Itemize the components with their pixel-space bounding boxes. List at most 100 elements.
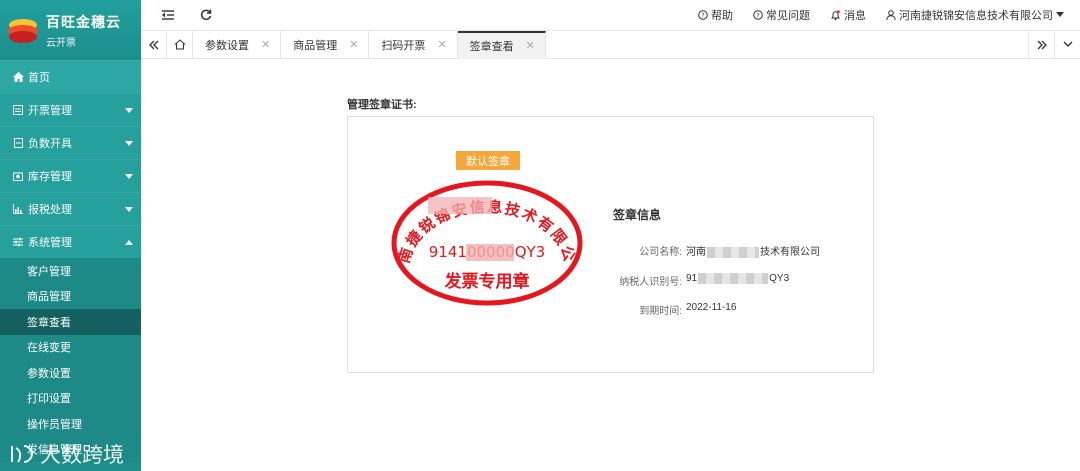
sidebar-item-label: 报税处理: [28, 204, 72, 216]
info-row-expire: 到期时间: 2022-11-16: [588, 302, 736, 317]
svg-text:?: ?: [701, 11, 704, 19]
tab-label: 商品管理: [293, 39, 338, 52]
watermark-text: 大数跨境: [40, 444, 124, 467]
sidebar-item-system[interactable]: 系统管理: [0, 225, 141, 258]
system-submenu: 客户管理 商品管理 签章查看 在线变更 参数设置 打印设置 操作员管理 发信息管…: [0, 258, 141, 462]
sidebar-subitem-products[interactable]: 商品管理: [0, 284, 141, 310]
invoice-seal-image: 河南捷锐锦安信息技术有限公司 914100000QY3 发票专用章: [388, 179, 583, 306]
svg-text:?: ?: [756, 11, 759, 19]
help-label: 帮助: [711, 10, 733, 22]
brand-subtitle: 云开票: [46, 37, 76, 49]
close-icon[interactable]: ✕: [437, 38, 446, 51]
info-row-company: 公司名称: 河南 技术有限公司: [588, 243, 820, 258]
tab-scan-invoice[interactable]: 扫码开票 ✕: [369, 30, 458, 59]
tab-label: 签章查看: [469, 40, 514, 53]
company-name: 河南捷锐锦安信息技术有限公司: [899, 10, 1053, 22]
sidebar: 百旺金穗云 云开票 首页 开票管理 负数开具 库存管理 报税处理 系统管理 客户…: [0, 0, 141, 471]
messages-link[interactable]: 消息: [830, 7, 866, 23]
tab-params[interactable]: 参数设置 ✕: [193, 30, 282, 59]
caret-down-icon: [1056, 12, 1064, 17]
main-content: 管理签章证书: 默认签章 河南捷锐锦安信息技术有限公司 914100000QY3…: [141, 60, 1080, 471]
invoice-icon: [12, 105, 24, 115]
menu-fold-icon: [162, 10, 174, 20]
seal-certificate-card: 默认签章 河南捷锐锦安信息技术有限公司 914100000QY3 发票专用章 签…: [347, 116, 874, 373]
sidebar-menu: 首页 开票管理 负数开具 库存管理 报税处理 系统管理: [0, 60, 141, 258]
sidebar-item-home[interactable]: 首页: [0, 60, 141, 93]
refresh-icon: [200, 9, 212, 21]
close-icon[interactable]: ✕: [526, 39, 535, 52]
brand-title: 百旺金穗云: [46, 13, 121, 30]
top-bar-actions: ? 帮助 ? 常见问题 消息 河南捷锐锦安信息技术有限公司: [698, 7, 1080, 23]
info-row-taxid: 纳税人识别号: 91 QY3: [588, 273, 789, 288]
inventory-icon: [12, 171, 24, 181]
faq-link[interactable]: ? 常见问题: [753, 7, 810, 23]
chevron-down-icon: [125, 108, 133, 113]
expire-key: 到期时间:: [639, 306, 682, 317]
refresh-button[interactable]: [195, 4, 217, 26]
chevron-down-icon: [125, 207, 133, 212]
top-bar: ? 帮助 ? 常见问题 消息 河南捷锐锦安信息技术有限公司: [141, 0, 1080, 31]
help-icon: ?: [698, 10, 708, 20]
chevron-down-icon: [125, 141, 133, 146]
tab-products[interactable]: 商品管理 ✕: [281, 30, 370, 59]
redaction-mask: [707, 246, 759, 258]
sidebar-subitem-online-change[interactable]: 在线变更: [0, 335, 141, 361]
brand-logo-icon: [8, 19, 38, 43]
tab-bar: 参数设置 ✕ 商品管理 ✕ 扫码开票 ✕ 签章查看 ✕: [141, 30, 1080, 59]
expire-value: 2022-11-16: [686, 302, 737, 313]
double-chevron-left-icon: [148, 40, 158, 49]
help-link[interactable]: ? 帮助: [698, 7, 733, 23]
tab-seal-view[interactable]: 签章查看 ✕: [457, 30, 546, 59]
tab-home[interactable]: [167, 30, 193, 59]
sidebar-subitem-print[interactable]: 打印设置: [0, 386, 141, 412]
taxid-value-suffix: QY3: [769, 273, 790, 285]
sidebar-item-label: 负数开具: [28, 138, 72, 150]
account-menu[interactable]: 河南捷锐锦安信息技术有限公司: [886, 7, 1064, 23]
chart-icon: [12, 204, 24, 214]
watermark-logo-icon: [11, 445, 34, 463]
tab-label: 扫码开票: [381, 39, 426, 52]
company-key: 公司名称:: [639, 247, 682, 258]
sidebar-item-negative[interactable]: 负数开具: [0, 126, 141, 159]
section-title: 管理签章证书:: [347, 99, 417, 111]
logo[interactable]: 百旺金穗云 云开票: [0, 0, 141, 60]
sidebar-item-tax[interactable]: 报税处理: [0, 192, 141, 225]
company-value-suffix: 技术有限公司: [760, 247, 820, 258]
close-icon[interactable]: ✕: [349, 38, 358, 51]
redaction-mask: [698, 273, 769, 284]
close-icon[interactable]: ✕: [261, 38, 270, 51]
question-icon: ?: [753, 10, 763, 20]
sidebar-item-label: 系统管理: [28, 237, 72, 249]
document-icon: [12, 138, 24, 148]
messages-label: 消息: [844, 10, 866, 22]
seal-info-title: 签章信息: [613, 208, 662, 222]
sidebar-item-label: 首页: [28, 72, 50, 84]
sidebar-subitem-customers[interactable]: 客户管理: [0, 258, 141, 284]
collapse-menu-button[interactable]: [157, 4, 179, 26]
bell-icon: [831, 9, 840, 20]
seal-bottom-text: 发票专用章: [444, 271, 530, 292]
taxid-key: 纳税人识别号:: [619, 277, 682, 288]
sidebar-subitem-seal-view[interactable]: 签章查看: [0, 309, 141, 335]
company-value-prefix: 河南: [686, 247, 706, 258]
tabs-scroll-right-button[interactable]: [1028, 30, 1054, 59]
sidebar-item-label: 库存管理: [28, 171, 72, 183]
taxid-value-prefix: 91: [686, 273, 698, 285]
sidebar-item-label: 开票管理: [28, 105, 72, 117]
sidebar-item-invoicing[interactable]: 开票管理: [0, 93, 141, 126]
tabs-scroll-left-button[interactable]: [141, 30, 167, 59]
chevron-down-icon: [1063, 41, 1072, 47]
taxid-value: 91 QY3: [682, 273, 789, 288]
sidebar-subitem-operators[interactable]: 操作员管理: [0, 411, 141, 437]
home-outline-icon: [174, 39, 185, 50]
home-icon: [12, 72, 24, 82]
default-seal-badge[interactable]: 默认签章: [456, 151, 520, 170]
sidebar-item-inventory[interactable]: 库存管理: [0, 159, 141, 192]
tabs-dropdown-button[interactable]: [1054, 30, 1080, 59]
faq-label: 常见问题: [766, 10, 810, 22]
tab-bar-right: [1028, 30, 1080, 59]
double-chevron-right-icon: [1037, 40, 1047, 49]
sidebar-subitem-params[interactable]: 参数设置: [0, 360, 141, 386]
tab-label: 参数设置: [205, 39, 249, 52]
sliders-icon: [12, 237, 24, 247]
